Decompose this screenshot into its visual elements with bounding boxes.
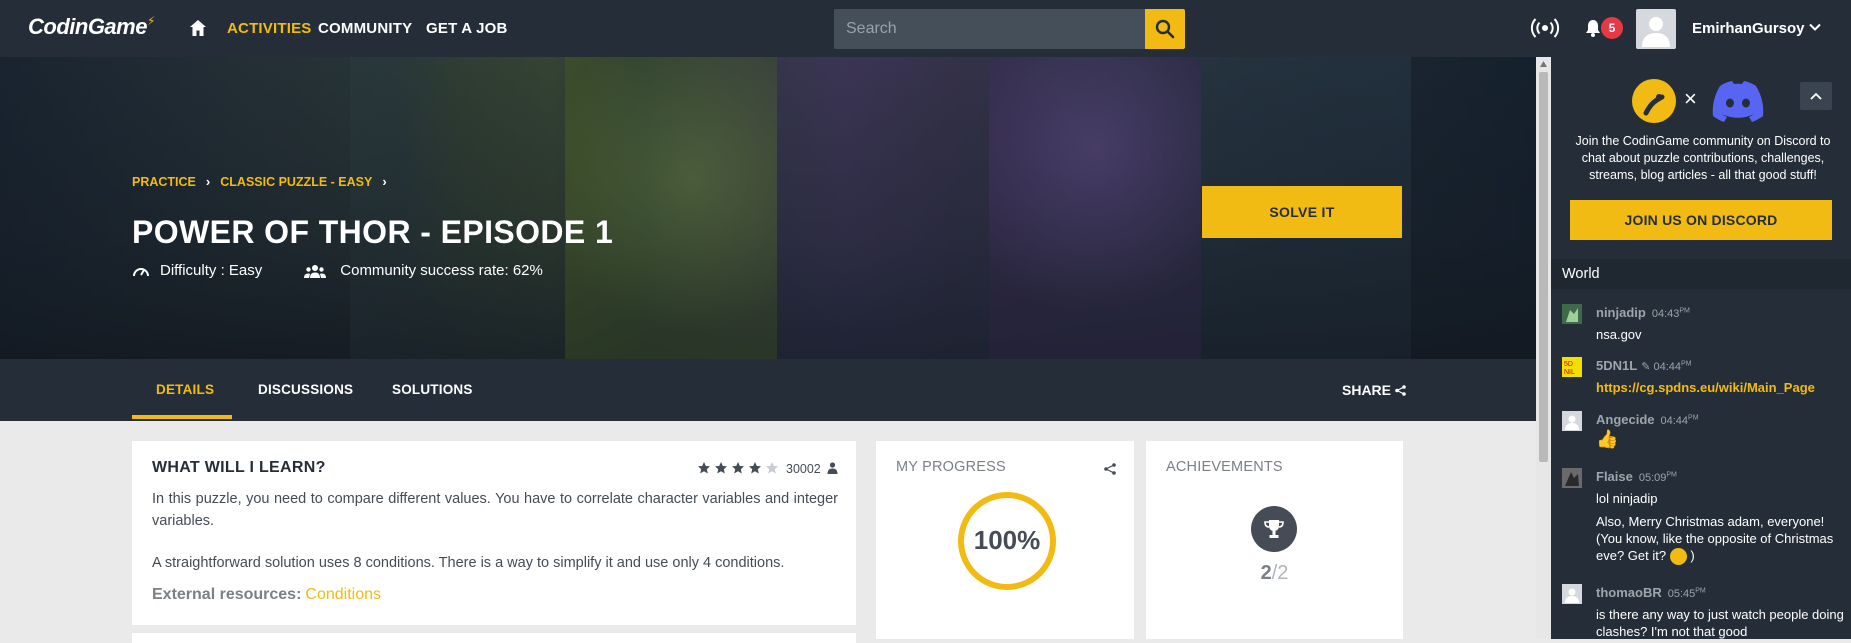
puzzle-meta: Difficulty : Easy Community success rate… bbox=[132, 262, 543, 279]
discord-invite-text: Join the CodinGame community on Discord … bbox=[1575, 134, 1831, 182]
success-rate-label: Community success rate: 62% bbox=[340, 262, 543, 279]
share-button[interactable]: SHARE bbox=[1342, 382, 1406, 398]
chat-username[interactable]: Angecide 04:44PM bbox=[1596, 412, 1699, 427]
active-tab-indicator bbox=[132, 415, 232, 419]
chat-text: lol ninjadip bbox=[1596, 491, 1658, 506]
chevron-right-icon: › bbox=[382, 174, 387, 189]
chevron-down-icon[interactable] bbox=[1808, 20, 1822, 34]
star-icon[interactable] bbox=[748, 461, 762, 475]
learn-hint: A straightforward solution uses 8 condit… bbox=[152, 555, 785, 571]
achievement-count: 2/2 bbox=[1146, 562, 1403, 585]
chat-username[interactable]: Flaise 05:09PM bbox=[1596, 469, 1677, 484]
chat-username[interactable]: ninjadip 04:43PM bbox=[1596, 305, 1690, 320]
channel-name: World bbox=[1562, 266, 1600, 282]
scrollbar-thumb[interactable] bbox=[1539, 72, 1548, 462]
nav-community[interactable]: COMMUNITY bbox=[318, 20, 412, 37]
card-title: MY PROGRESS bbox=[896, 459, 1006, 475]
puzzle-tabbar: DETAILS DISCUSSIONS SOLUTIONS bbox=[0, 359, 1536, 421]
next-card bbox=[132, 633, 856, 643]
progress-percent: 100% bbox=[973, 525, 1041, 555]
codingame-logo[interactable]: CodinGame⚡ bbox=[28, 14, 155, 40]
scroll-up-arrow-icon[interactable] bbox=[1539, 60, 1548, 68]
person-icon bbox=[827, 462, 838, 474]
notification-badge: 5 bbox=[1601, 17, 1623, 39]
external-resources-label: External resources: bbox=[152, 586, 302, 603]
what-will-i-learn-card: WHAT WILL I LEARN? 30002 In this puzzle,… bbox=[132, 441, 856, 625]
chat-text: nsa.gov bbox=[1596, 327, 1642, 342]
card-title: WHAT WILL I LEARN? bbox=[152, 459, 326, 476]
bell-icon bbox=[1586, 20, 1600, 37]
user-avatar[interactable] bbox=[1562, 584, 1582, 604]
rating-stars[interactable] bbox=[697, 461, 779, 475]
trophy-glyph-icon bbox=[1264, 520, 1284, 538]
discord-logo-icon bbox=[1712, 81, 1764, 122]
difficulty-label: Difficulty : Easy bbox=[160, 262, 263, 279]
user-avatar[interactable]: 5DNIL bbox=[1562, 357, 1582, 377]
achievements-total: /2 bbox=[1271, 562, 1289, 584]
join-discord-button[interactable]: JOIN US ON DISCORD bbox=[1570, 200, 1832, 240]
resource-link-conditions[interactable]: Conditions bbox=[305, 586, 381, 603]
chat-link[interactable]: https://cg.spdns.eu/wiki/Main_Page bbox=[1596, 379, 1844, 396]
tab-details[interactable]: DETAILS bbox=[156, 382, 214, 397]
hero-artwork-tile bbox=[565, 57, 777, 359]
community-icon bbox=[304, 264, 327, 278]
achievements-card: ACHIEVEMENTS 2/2 bbox=[1146, 441, 1403, 639]
puzzle-title: POWER OF THOR - EPISODE 1 bbox=[132, 214, 614, 250]
hero-artwork-tile bbox=[989, 57, 1201, 359]
breadcrumb-practice[interactable]: PRACTICE bbox=[132, 175, 196, 189]
notifications-button[interactable]: 5 bbox=[1585, 15, 1625, 43]
chat-channel-tab[interactable]: World bbox=[1551, 259, 1851, 289]
user-avatar[interactable] bbox=[1636, 9, 1676, 49]
codingame-mascot-icon bbox=[1632, 79, 1676, 123]
star-icon[interactable] bbox=[765, 461, 779, 475]
learn-description: In this puzzle, you need to compare diff… bbox=[152, 491, 838, 529]
share-icon bbox=[1395, 384, 1406, 396]
hero-artwork-tile bbox=[777, 57, 989, 359]
star-icon[interactable] bbox=[731, 461, 745, 475]
chat-username[interactable]: thomaoBR 05:45PM bbox=[1596, 585, 1706, 600]
nav-get-a-job[interactable]: GET A JOB bbox=[426, 20, 508, 37]
nav-activities[interactable]: ACTIVITIES bbox=[227, 20, 312, 37]
broadcast-icon[interactable] bbox=[1530, 17, 1560, 39]
chevron-right-icon: › bbox=[205, 174, 211, 189]
star-icon[interactable] bbox=[714, 461, 728, 475]
external-resources: External resources: Conditions bbox=[152, 586, 381, 604]
achievements-earned: 2 bbox=[1260, 562, 1272, 584]
user-avatar[interactable] bbox=[1562, 468, 1582, 488]
home-icon[interactable] bbox=[188, 18, 208, 38]
trophy-icon[interactable] bbox=[1251, 506, 1297, 552]
user-avatar[interactable] bbox=[1562, 304, 1582, 324]
times-symbol: × bbox=[1684, 86, 1697, 111]
breadcrumb: PRACTICE › CLASSIC PUZZLE - EASY › bbox=[132, 174, 387, 189]
user-silhouette-icon bbox=[1642, 17, 1670, 47]
breadcrumb-classic-puzzle-easy[interactable]: CLASSIC PUZZLE - EASY bbox=[220, 175, 372, 189]
chat-text: is there any way to just watch people do… bbox=[1596, 607, 1844, 639]
solve-it-button[interactable]: SOLVE IT bbox=[1202, 186, 1402, 238]
search-input[interactable] bbox=[834, 9, 1146, 49]
svg-text:NIL: NIL bbox=[1564, 369, 1575, 376]
tab-discussions[interactable]: DISCUSSIONS bbox=[258, 382, 353, 397]
rating-count: 30002 bbox=[786, 462, 821, 476]
gauge-icon bbox=[133, 267, 149, 276]
username[interactable]: EmirhanGursoy bbox=[1692, 20, 1805, 37]
share-label: SHARE bbox=[1342, 382, 1392, 398]
collapse-panel-button[interactable] bbox=[1800, 82, 1832, 110]
hero-artwork-tile bbox=[350, 57, 565, 359]
chevron-up-icon bbox=[1810, 92, 1822, 100]
svg-text:5D: 5D bbox=[1564, 361, 1573, 368]
tab-solutions[interactable]: SOLUTIONS bbox=[392, 382, 473, 397]
chat-username[interactable]: 5DN1L ✎ 04:44PM bbox=[1596, 358, 1692, 373]
my-progress-card: MY PROGRESS 100% bbox=[876, 441, 1134, 639]
search-button[interactable] bbox=[1145, 9, 1185, 49]
surprised-emoji-icon bbox=[1669, 548, 1687, 566]
codingame-logo-icon bbox=[1643, 94, 1665, 116]
star-icon[interactable] bbox=[697, 461, 711, 475]
card-title: ACHIEVEMENTS bbox=[1166, 459, 1283, 475]
user-avatar[interactable] bbox=[1562, 411, 1582, 431]
search-icon bbox=[1155, 19, 1175, 39]
chat-text: Also, Merry Christmas adam, everyone! (Y… bbox=[1596, 513, 1844, 566]
thumbs-up-emoji-icon: 👍 bbox=[1596, 429, 1619, 449]
share-icon[interactable] bbox=[1104, 463, 1116, 475]
